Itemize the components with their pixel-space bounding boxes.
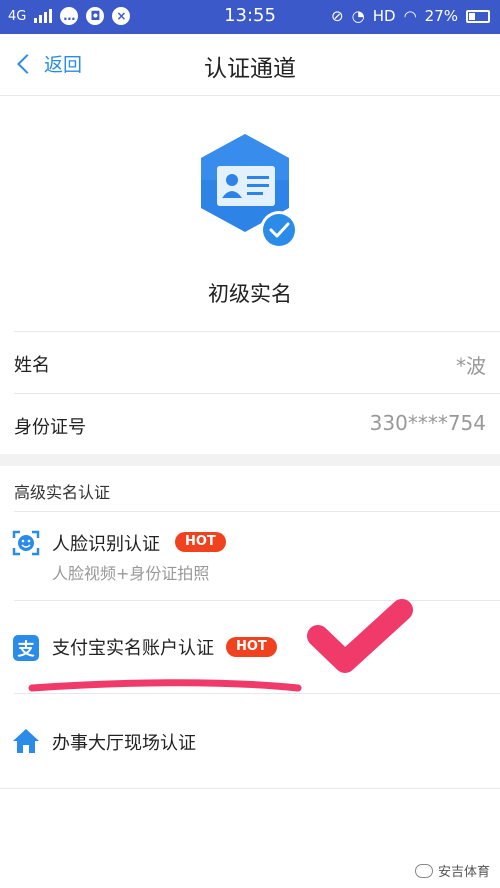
status-bar: 4G … ◘ × 13:55 ⊘ ◔ HD ◠ 27% bbox=[0, 0, 500, 34]
hd-label: HD bbox=[372, 7, 396, 25]
id-number-value: 330****754 bbox=[369, 411, 486, 435]
alipay-icon: 支 bbox=[13, 635, 39, 661]
divider bbox=[14, 393, 500, 394]
battery-label: 27% bbox=[424, 7, 458, 25]
advanced-section-title: 高级实名认证 bbox=[14, 483, 111, 502]
alipay-option[interactable]: 支 支付宝实名账户认证 HOT bbox=[0, 601, 500, 693]
alarm-icon: ◔ bbox=[351, 7, 365, 25]
face-option-subtitle: 人脸视频+身份证拍照 bbox=[52, 564, 210, 583]
alipay-option-label: 支付宝实名账户认证 bbox=[52, 638, 214, 659]
nav-bar: 返回 认证通道 bbox=[0, 34, 500, 96]
auth-level-title: 初级实名 bbox=[208, 282, 292, 306]
watermark-label: 安吉体育 bbox=[437, 865, 490, 880]
divider bbox=[0, 788, 500, 789]
battery-icon bbox=[466, 9, 490, 23]
svg-text:支: 支 bbox=[18, 639, 36, 660]
id-number-label: 身份证号 bbox=[14, 417, 86, 438]
divider bbox=[14, 331, 500, 332]
watermark: 安吉体育 bbox=[414, 861, 490, 880]
wechat-icon bbox=[414, 863, 433, 878]
wifi-icon: ◠ bbox=[403, 7, 417, 25]
status-right: ⊘ ◔ HD ◠ 27% bbox=[331, 7, 490, 25]
hot-badge: HOT bbox=[175, 532, 226, 552]
page-title: 认证通道 bbox=[204, 56, 296, 82]
mute-icon: ⊘ bbox=[331, 7, 344, 25]
service-hall-label: 办事大厅现场认证 bbox=[52, 733, 196, 754]
face-recognition-option[interactable]: 人脸识别认证 HOT 人脸视频+身份证拍照 bbox=[0, 512, 500, 600]
section-gap bbox=[0, 454, 500, 466]
hot-badge: HOT bbox=[226, 637, 277, 657]
name-value: *波 bbox=[456, 354, 486, 378]
name-label: 姓名 bbox=[14, 355, 50, 376]
face-option-label: 人脸识别认证 bbox=[52, 534, 160, 555]
service-hall-option[interactable]: 办事大厅现场认证 bbox=[0, 694, 500, 788]
id-card-badge-icon bbox=[195, 130, 305, 255]
home-icon bbox=[13, 729, 39, 753]
face-scan-icon bbox=[12, 530, 40, 556]
